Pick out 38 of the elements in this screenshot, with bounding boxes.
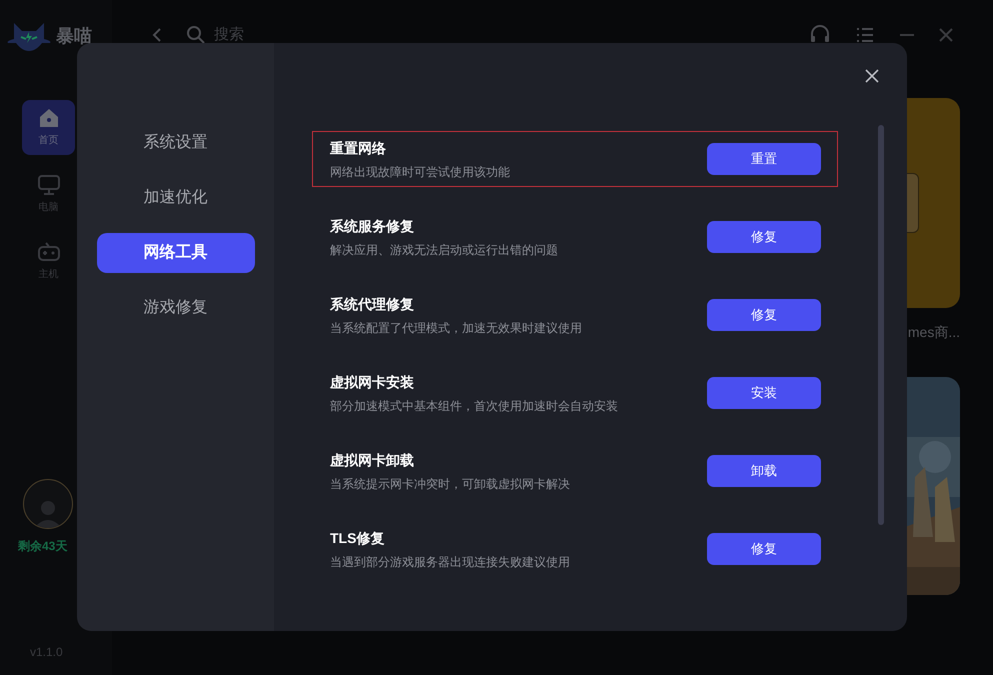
tool-title: 虚拟网卡卸载 [330, 450, 415, 470]
action-button[interactable]: 修复 [707, 221, 821, 253]
tool-title: TLS修复 [330, 528, 386, 548]
search-field[interactable]: 搜索 [214, 24, 414, 46]
avatar[interactable] [23, 479, 73, 529]
action-button[interactable]: 安装 [707, 377, 821, 409]
tool-description: 当系统配置了代理模式，加速无效果时建议使用 [330, 320, 582, 336]
tool-title: 虚拟网卡安装 [330, 372, 415, 392]
action-button[interactable]: 修复 [707, 533, 821, 565]
app-logo-text: 暴喵 [56, 24, 92, 48]
remaining-days-text: 剩余43天 [18, 538, 68, 555]
tool-title: 系统代理修复 [330, 294, 415, 314]
search-icon [186, 25, 206, 45]
action-button[interactable]: 修复 [707, 299, 821, 331]
game-title: mes商... [908, 323, 960, 342]
back-icon[interactable] [152, 27, 162, 43]
tool-description: 部分加速模式中基本组件，首次使用加速时会自动安装 [330, 398, 618, 414]
tool-description: 解决应用、游戏无法启动或运行出错的问题 [330, 242, 558, 258]
settings-tab[interactable]: 游戏修复 [96, 288, 254, 328]
home-icon [38, 107, 60, 129]
tool-title: 系统服务修复 [330, 216, 415, 236]
tool-description: 网络出现故障时可尝试使用该功能 [330, 164, 510, 180]
list-icon[interactable] [855, 25, 875, 45]
gamepad-icon [36, 241, 60, 263]
tool-description: 当遇到部分游戏服务器出现连接失败建议使用 [330, 554, 570, 570]
settings-tab[interactable]: 网络工具 [96, 233, 254, 273]
nav-item[interactable]: 首页 [22, 100, 75, 155]
tool-description: 当系统提示网卡冲突时，可卸载虚拟网卡解决 [330, 476, 570, 492]
scrollbar[interactable] [878, 125, 884, 525]
cat-logo-icon [6, 21, 52, 51]
action-button[interactable]: 卸载 [707, 455, 821, 487]
monitor-icon [36, 174, 60, 196]
tool-title: 重置网络 [330, 138, 387, 158]
close-icon[interactable] [865, 69, 879, 83]
settings-tab[interactable]: 系统设置 [96, 123, 254, 163]
action-button[interactable]: 重置 [707, 143, 821, 175]
game-tile[interactable] [905, 98, 960, 308]
settings-tab[interactable]: 加速优化 [96, 178, 254, 218]
